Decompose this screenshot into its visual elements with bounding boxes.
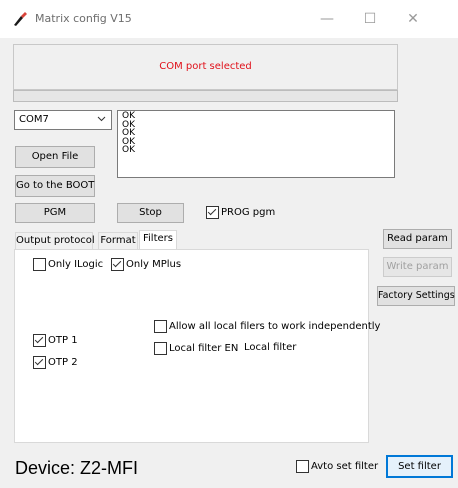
minimize-button[interactable]: —	[312, 8, 342, 30]
local-filter-en-checkbox[interactable]: Local filter EN	[154, 342, 238, 355]
status-panel: COM port selected	[13, 44, 398, 90]
only-ilogic-label: Only ILogic	[48, 259, 104, 270]
chevron-down-icon	[97, 114, 106, 126]
only-ilogic-checkbox[interactable]: Only ILogic	[33, 258, 103, 271]
maximize-button[interactable]: ☐	[355, 8, 385, 30]
local-filter-label: Local filter	[244, 342, 297, 353]
only-ilogic-check[interactable]	[33, 258, 46, 271]
local-filter-en-label: Local filter EN	[169, 343, 239, 354]
tab-output-protocol[interactable]: Output protocol	[15, 232, 95, 249]
stop-button[interactable]: Stop	[117, 203, 184, 223]
open-file-button[interactable]: Open File	[15, 146, 95, 168]
only-mplus-check[interactable]	[111, 258, 124, 271]
local-filter-en-check[interactable]	[154, 342, 167, 355]
prog-pgm-check[interactable]	[206, 206, 219, 219]
log-line: OK	[122, 119, 135, 130]
app-icon	[12, 11, 28, 27]
otp1-check[interactable]	[33, 334, 46, 347]
prog-pgm-checkbox[interactable]: PROG pgm	[206, 206, 275, 219]
status-message: COM port selected	[159, 61, 252, 72]
otp1-checkbox[interactable]: OTP 1	[33, 334, 78, 347]
com-port-value: COM7	[19, 114, 49, 125]
log-output[interactable]: OK OK OK OK OK	[117, 110, 395, 178]
window-title: Matrix config V15	[35, 12, 132, 25]
log-line: OK	[122, 136, 135, 147]
otp2-checkbox[interactable]: OTP 2	[33, 356, 78, 369]
allow-local-checkbox[interactable]: Allow all local filers to work independe…	[154, 320, 380, 333]
otp2-check[interactable]	[33, 356, 46, 369]
tab-format[interactable]: Format	[98, 232, 138, 249]
prog-pgm-label: PROG pgm	[221, 207, 276, 218]
avto-set-filter-check[interactable]	[296, 460, 309, 473]
go-to-boot-button[interactable]: Go to the BOOT	[15, 175, 95, 197]
otp1-label: OTP 1	[48, 335, 78, 346]
tab-filters[interactable]: Filters	[139, 230, 177, 250]
read-param-button[interactable]: Read param	[383, 229, 452, 249]
only-mplus-checkbox[interactable]: Only MPlus	[111, 258, 181, 271]
progress-bar	[13, 90, 398, 102]
write-param-button[interactable]: Write param	[383, 257, 452, 277]
com-port-select[interactable]: COM7	[14, 110, 112, 130]
set-filter-button[interactable]: Set filter	[386, 455, 453, 478]
allow-local-check[interactable]	[154, 320, 167, 333]
avto-set-filter-label: Avto set filter	[311, 461, 379, 472]
close-button[interactable]: ✕	[398, 8, 428, 30]
log-line: OK	[122, 145, 135, 155]
pgm-button[interactable]: PGM	[15, 203, 95, 223]
allow-local-label: Allow all local filers to work independe…	[169, 321, 381, 332]
avto-set-filter-checkbox[interactable]: Avto set filter	[296, 460, 378, 473]
log-line: OK	[122, 128, 135, 138]
factory-settings-button[interactable]: Factory Settings	[377, 286, 455, 306]
otp2-label: OTP 2	[48, 357, 78, 368]
only-mplus-label: Only MPlus	[126, 259, 182, 270]
log-line: OK	[122, 111, 135, 121]
device-label: Device: Z2-MFI	[15, 458, 139, 478]
